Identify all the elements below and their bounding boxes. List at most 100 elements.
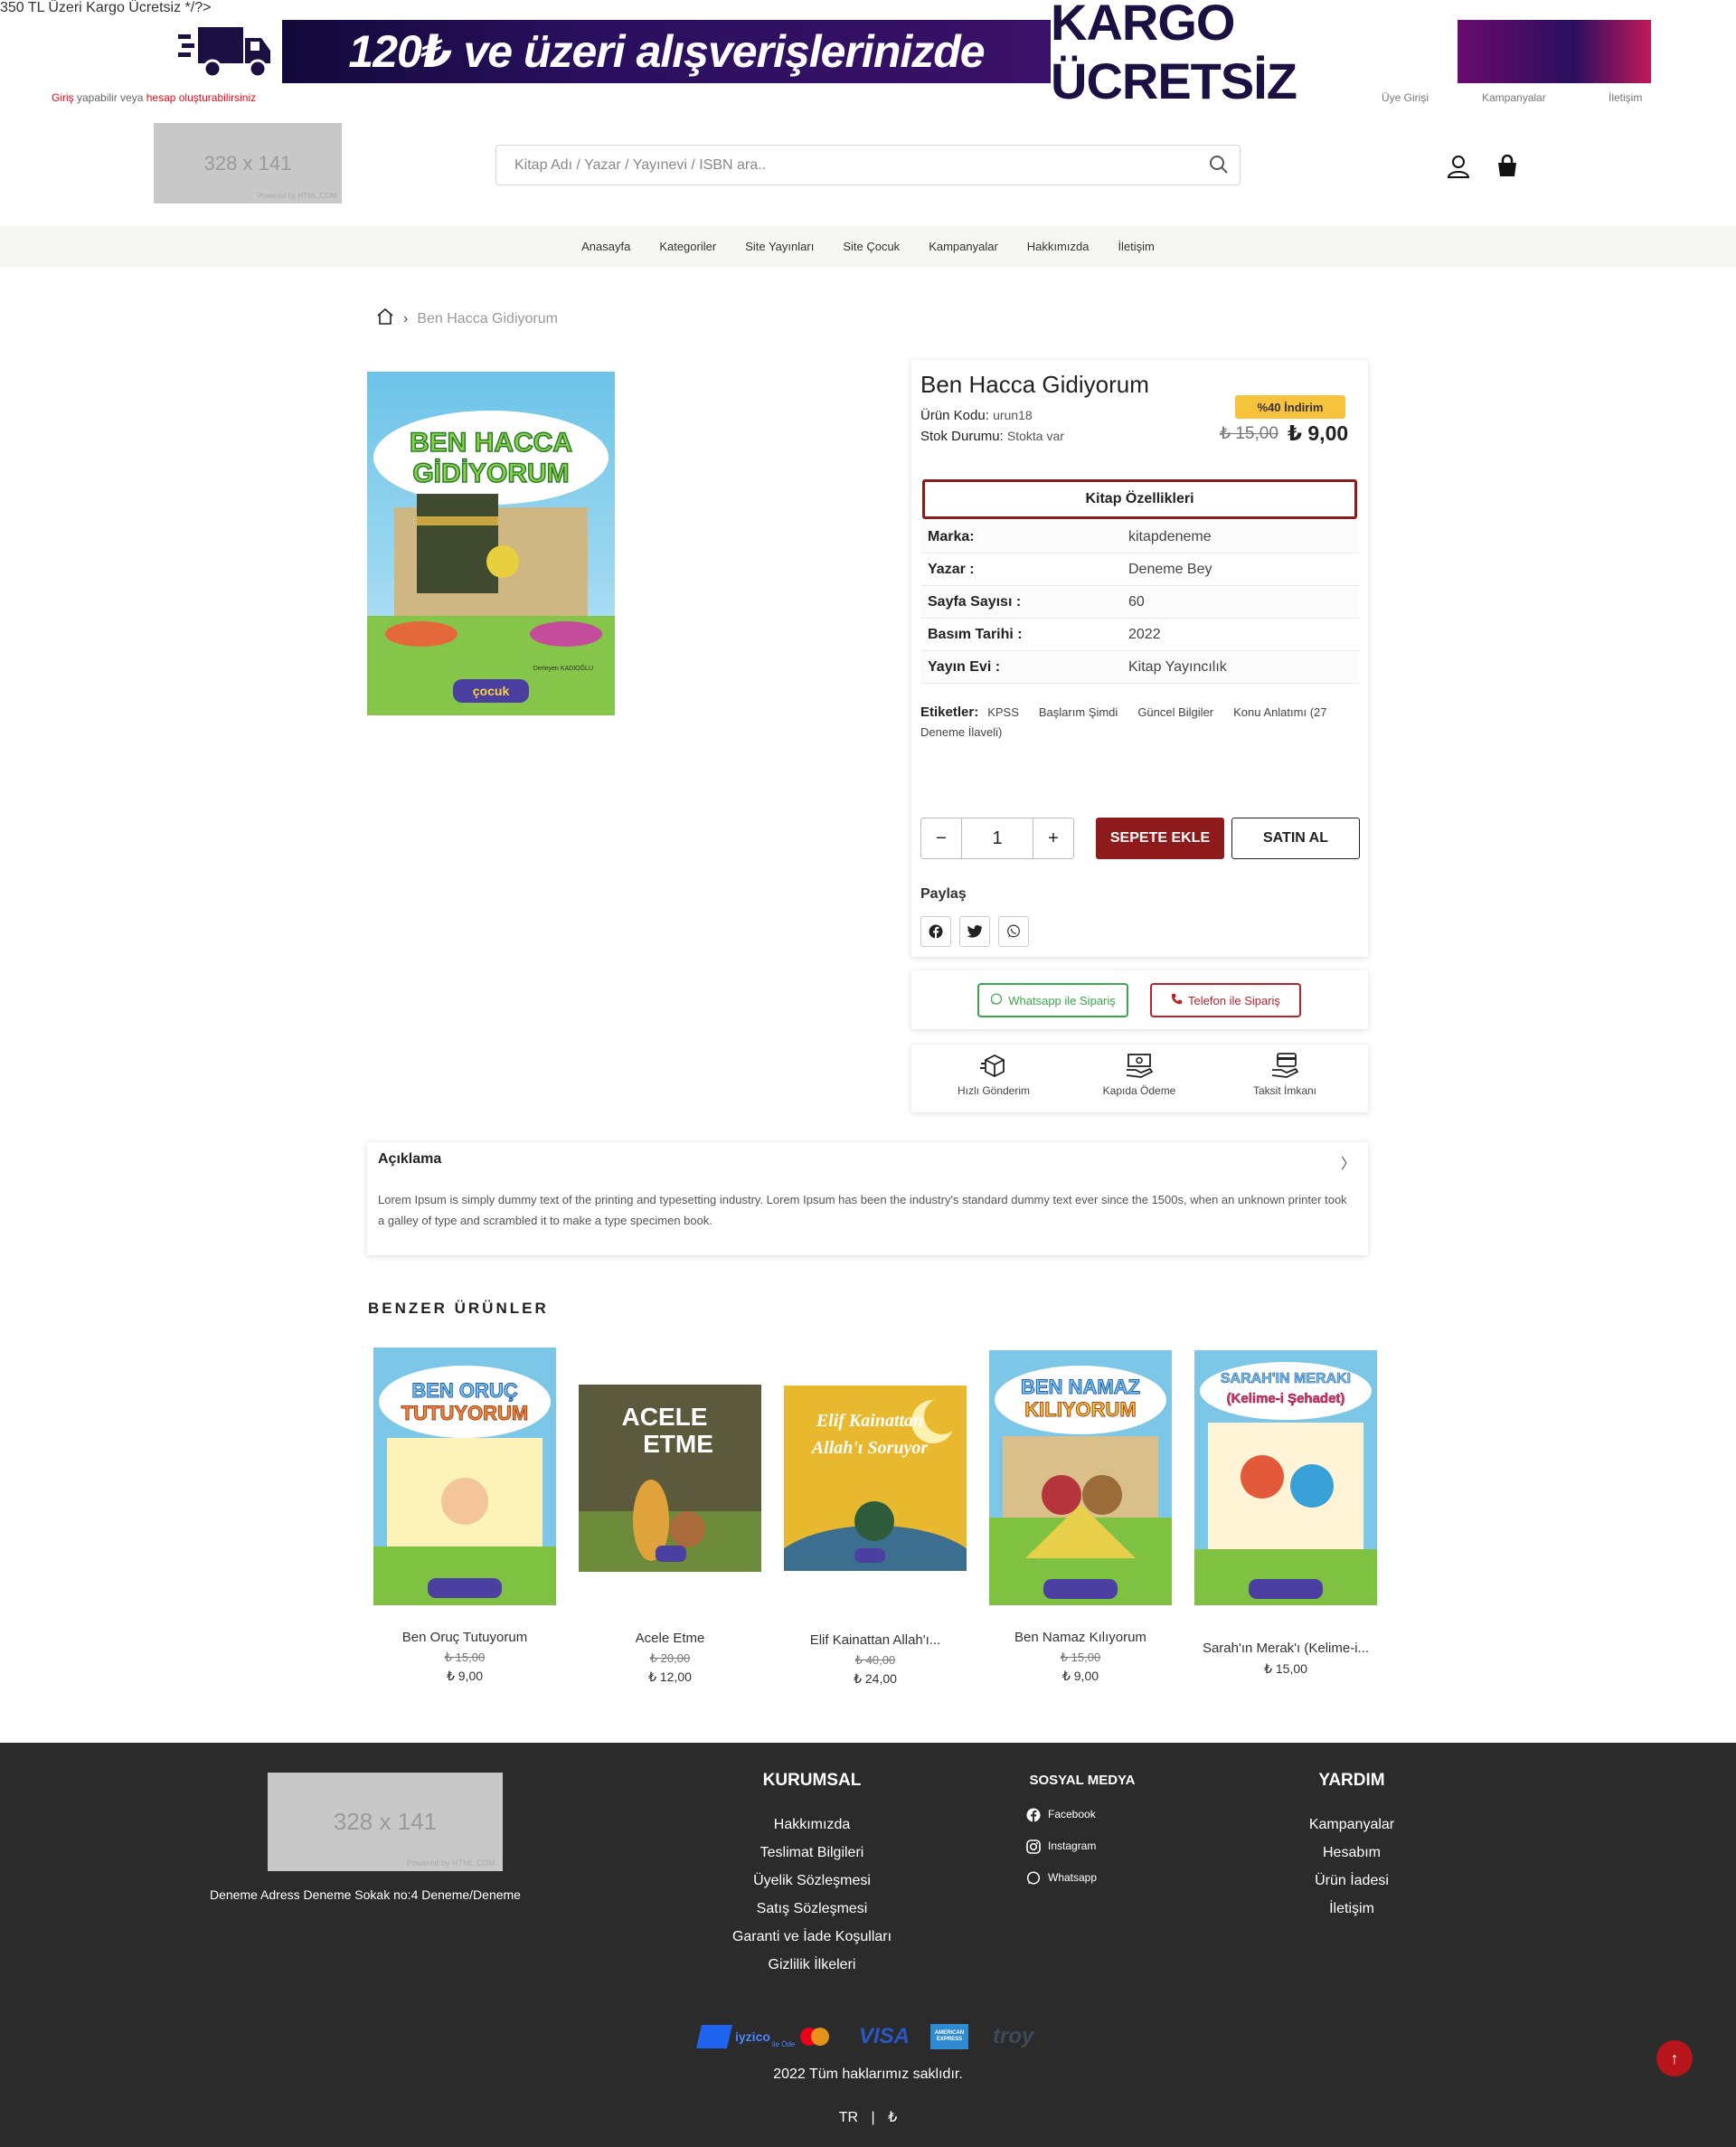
- search-input[interactable]: Kitap Adı / Yazar / Yayınevi / ISBN ara.…: [495, 145, 1241, 185]
- card-hand-icon: [1271, 1053, 1299, 1078]
- currency-select[interactable]: ₺: [888, 2110, 897, 2125]
- register-link[interactable]: hesap oluşturabilirsiniz: [146, 91, 256, 104]
- twitter-share-icon[interactable]: [959, 916, 990, 947]
- top-link-login[interactable]: Üye Girişi: [1382, 91, 1482, 104]
- footer-social-whatsapp[interactable]: Whatsapp: [1010, 1862, 1155, 1894]
- footer-link[interactable]: Üyelik Sözleşmesi: [678, 1867, 946, 1895]
- product-cover[interactable]: SARAH'IN MERAKI (Kelime-i Şehadet): [1194, 1350, 1377, 1605]
- footer-link[interactable]: Hesabım: [1248, 1839, 1456, 1867]
- tag-link[interactable]: Konu Anlatımı (27 Deneme İlaveli): [920, 705, 1326, 739]
- logo-placeholder-sub: Powered by HTML.COM: [406, 1859, 495, 1868]
- product-image[interactable]: BEN HACCA GİDİYORUM Derleyen KADIOĞLU ço…: [367, 372, 615, 715]
- social-label: Instagram: [1048, 1840, 1097, 1852]
- logo-placeholder-text: 328 x 141: [333, 1808, 438, 1835]
- whatsapp-share-icon[interactable]: [998, 916, 1029, 947]
- cart-icon[interactable]: [1495, 154, 1519, 183]
- language-select[interactable]: TR: [839, 2110, 858, 2125]
- cover-author: Derleyen KADIOĞLU: [533, 664, 593, 672]
- footer-link[interactable]: Gizlilik İlkeleri: [678, 1951, 946, 1979]
- login-link[interactable]: Giriş: [52, 91, 74, 104]
- footer-link[interactable]: İletişim: [1248, 1895, 1456, 1923]
- phone-order-label: Telefon ile Sipariş: [1188, 993, 1280, 1007]
- scroll-to-top-button[interactable]: ↑: [1656, 2040, 1693, 2076]
- footer-link[interactable]: Teslimat Bilgileri: [678, 1839, 946, 1867]
- phone-icon: [1171, 993, 1183, 1007]
- product-cover[interactable]: Elif Kainattan Allah'ı Soruyor: [767, 1386, 984, 1625]
- book-features-header[interactable]: Kitap Özellikleri: [922, 479, 1357, 519]
- buy-now-button[interactable]: SATIN AL: [1231, 818, 1360, 859]
- spec-value: 60: [1128, 593, 1145, 610]
- quantity-input[interactable]: 1: [961, 818, 1033, 858]
- similar-products-title: BENZER ÜRÜNLER: [368, 1300, 549, 1317]
- nav-item-categories[interactable]: Kategoriler: [659, 240, 716, 253]
- nav-item-site-publications[interactable]: Site Yayınları: [745, 240, 814, 253]
- payment-mastercard-logo: mastercard: [797, 2023, 833, 2050]
- footer-link[interactable]: Ürün İadesi: [1248, 1867, 1456, 1895]
- add-to-cart-button[interactable]: SEPETE EKLE: [1096, 818, 1224, 859]
- language-currency: TR | ₺: [0, 2108, 1736, 2126]
- nav-item-about[interactable]: Hakkımızda: [1027, 240, 1090, 253]
- iyzico-text: iyzico: [735, 2029, 770, 2044]
- payment-iyzico-logo: iyzico ile Öde: [696, 2023, 795, 2050]
- product-cover[interactable]: BEN ORUÇ TUTUYORUM: [373, 1348, 556, 1605]
- description-title[interactable]: Açıklama: [378, 1151, 441, 1168]
- top-link-campaigns[interactable]: Kampanyalar: [1482, 91, 1609, 104]
- breadcrumb-current: Ben Hacca Gidiyorum: [417, 310, 558, 326]
- chevron-right-icon[interactable]: 〉: [1341, 1151, 1355, 1173]
- nav-item-home[interactable]: Anasayfa: [581, 240, 630, 253]
- top-link-contact[interactable]: İletişim: [1609, 91, 1642, 104]
- product-card[interactable]: BEN NAMAZ KILIYORUM Ben Namaz Kılıyorum …: [986, 1350, 1175, 1684]
- product-cover[interactable]: BEN NAMAZ KILIYORUM: [989, 1350, 1172, 1605]
- product-cover[interactable]: ACELE ETME: [579, 1385, 761, 1572]
- product-name[interactable]: Ben Oruç Tutuyorum: [370, 1630, 560, 1645]
- visa-text: VISA: [859, 2024, 910, 2048]
- nav-item-campaigns[interactable]: Kampanyalar: [929, 240, 998, 253]
- spec-key: Yazar :: [928, 561, 975, 577]
- decrease-button[interactable]: −: [921, 818, 961, 858]
- product-name[interactable]: Sarah'ın Merak'ı (Kelime-i...: [1191, 1641, 1381, 1656]
- cover-brand: çocuk: [473, 684, 510, 698]
- banner-left-text: 120₺ ve üzeri alışverişlerinizde: [282, 20, 1051, 83]
- user-icon[interactable]: [1447, 155, 1470, 183]
- product-name[interactable]: Acele Etme: [575, 1631, 765, 1646]
- footer-col-title: YARDIM: [1318, 1771, 1385, 1790]
- arrow-up-icon: ↑: [1670, 2048, 1679, 2067]
- nav-item-site-kids[interactable]: Site Çocuk: [843, 240, 900, 253]
- facebook-share-icon[interactable]: [920, 916, 951, 947]
- footer-link[interactable]: Satış Sözleşmesi: [678, 1895, 946, 1923]
- footer-link[interactable]: Hakkımızda: [678, 1811, 946, 1839]
- increase-button[interactable]: +: [1033, 818, 1073, 858]
- product-card[interactable]: BEN ORUÇ TUTUYORUM Ben Oruç Tutuyorum ₺ …: [370, 1348, 560, 1684]
- tag-link[interactable]: Başlarım Şimdi: [1039, 705, 1118, 719]
- product-name[interactable]: Ben Namaz Kılıyorum: [986, 1630, 1175, 1645]
- footer-social-facebook[interactable]: Facebook: [1010, 1799, 1155, 1830]
- nav-item-contact[interactable]: İletişim: [1118, 240, 1154, 253]
- product-card[interactable]: ACELE ETME Acele Etme ₺ 20,00 ₺ 12,00: [575, 1385, 765, 1685]
- cover-title-1: Elif Kainattan: [816, 1411, 923, 1431]
- product-name[interactable]: Elif Kainattan Allah'ı...: [780, 1632, 970, 1648]
- footer-logo[interactable]: 328 x 141 Powered by HTML.COM: [268, 1773, 503, 1871]
- phone-order-button[interactable]: Telefon ile Sipariş: [1150, 983, 1301, 1017]
- free-shipping-banner[interactable]: 120₺ ve üzeri alışverişlerinizde KARGO Ü…: [168, 0, 1651, 109]
- stock-label: Stok Durumu:: [920, 429, 1004, 444]
- spec-value: kitapdeneme: [1128, 528, 1212, 544]
- tag-link[interactable]: KPSS: [987, 705, 1019, 719]
- tags-label: Etiketler:: [920, 705, 979, 720]
- whatsapp-order-button[interactable]: Whatsapp ile Sipariş: [977, 983, 1128, 1017]
- home-icon[interactable]: [376, 307, 394, 329]
- tag-link[interactable]: Güncel Bilgiler: [1137, 705, 1213, 719]
- product-card[interactable]: SARAH'IN MERAKI (Kelime-i Şehadet) Sarah…: [1191, 1350, 1381, 1677]
- cover-title-2: ETME: [643, 1430, 713, 1458]
- product-code: urun18: [993, 408, 1033, 422]
- product-price: ₺ 15,00: [1264, 1661, 1307, 1676]
- search-icon[interactable]: [1209, 155, 1229, 179]
- spec-key: Marka:: [928, 528, 975, 544]
- footer-link[interactable]: Kampanyalar: [1248, 1811, 1456, 1839]
- site-logo[interactable]: 328 x 141 Powered by HTML.COM: [154, 123, 342, 203]
- footer-social-instagram[interactable]: Instagram: [1010, 1830, 1155, 1862]
- product-card[interactable]: Elif Kainattan Allah'ı Soruyor Elif Kain…: [767, 1386, 984, 1687]
- footer-link[interactable]: Garanti ve İade Koşulları: [678, 1923, 946, 1951]
- footer-col-title: SOSYAL MEDYA: [1029, 1773, 1136, 1788]
- feature-installments: Taksit İmkanı: [1222, 1052, 1348, 1097]
- stock-line: Stok Durumu: Stokta var: [920, 429, 1064, 444]
